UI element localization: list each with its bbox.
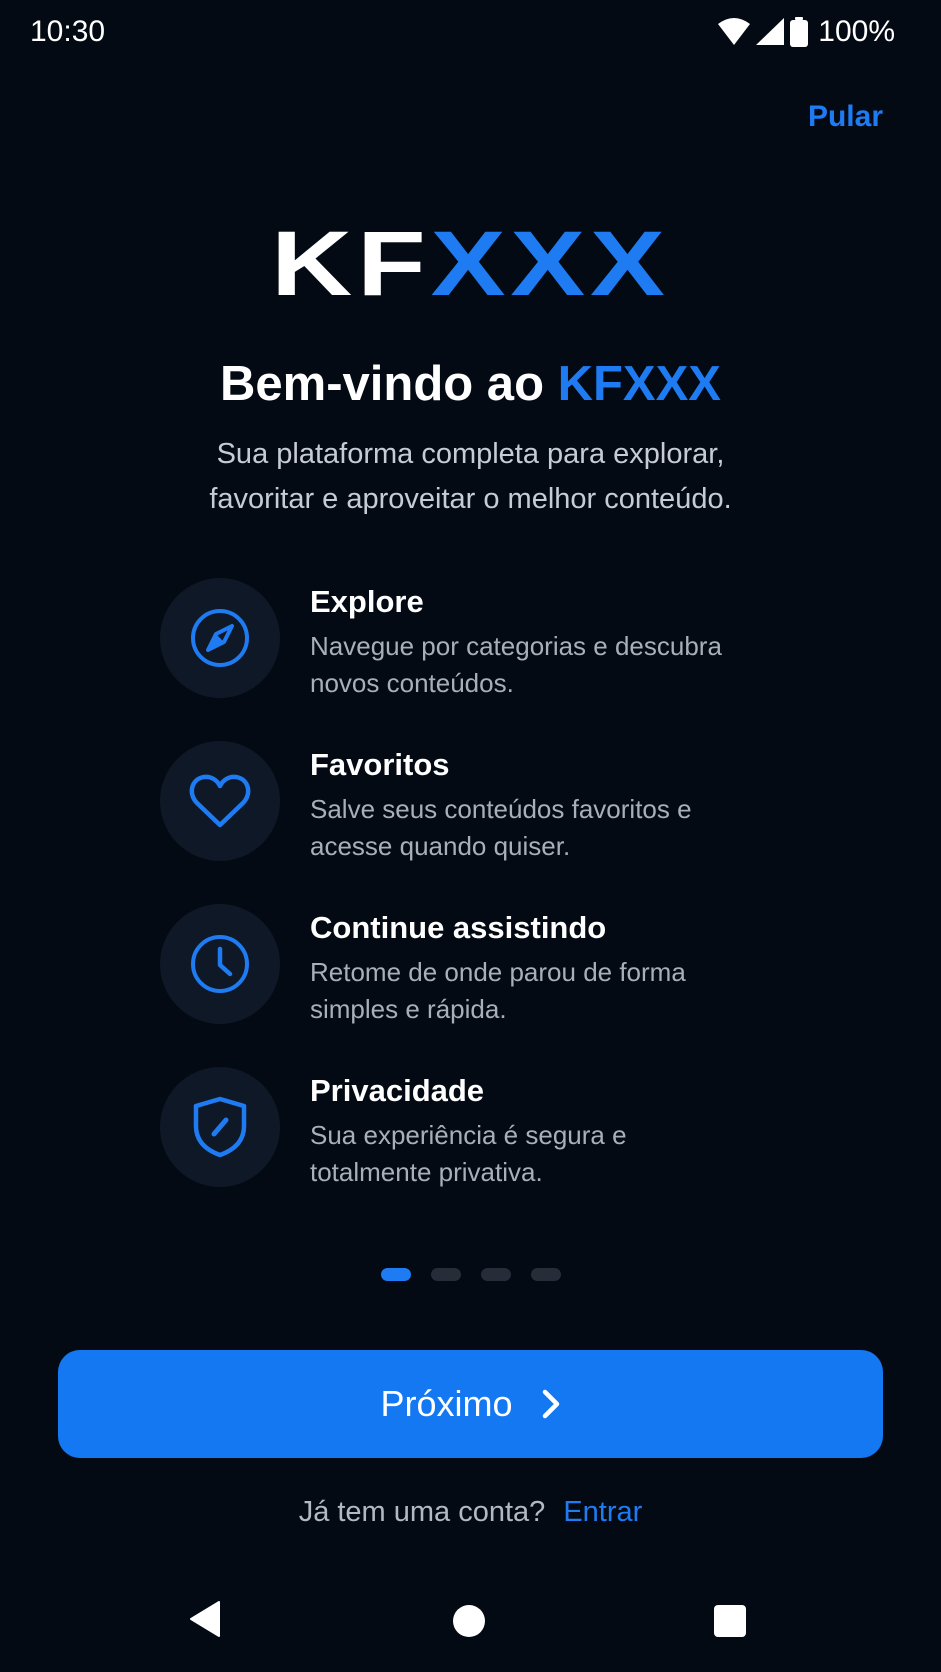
feature-description: Salve seus conteúdos favoritos e acesse … (310, 791, 780, 865)
shield-icon (193, 1096, 247, 1158)
chevron-right-icon (542, 1389, 559, 1419)
feature-desc-line: Navegue por categorias e descubra (310, 631, 722, 661)
logo-part-xxx: XXX (430, 213, 670, 315)
feature-title: Favoritos (310, 747, 450, 782)
status-time: 10:30 (30, 15, 106, 48)
feature-description: Navegue por categorias e descubra novos … (310, 628, 780, 702)
nav-recents-button[interactable] (714, 1605, 746, 1642)
page-dot[interactable] (530, 1268, 561, 1281)
feature-title: Continue assistindo (310, 910, 607, 945)
subtitle-line-1: Sua plataforma completa para explorar, (216, 438, 725, 470)
status-icons: 100% (718, 12, 895, 52)
page-dot-active[interactable] (380, 1268, 411, 1281)
wifi-icon (718, 18, 751, 45)
next-button-label: Próximo (380, 1383, 513, 1424)
feature-favorites: Favoritos Salve seus conteúdos favoritos… (160, 741, 800, 861)
feature-explore: Explore Navegue por categorias e descubr… (160, 578, 800, 698)
feature-desc-line: novos conteúdos. (310, 668, 514, 698)
login-prompt: Já tem uma conta? Entrar (0, 1492, 941, 1532)
login-question: Já tem uma conta? (298, 1496, 546, 1528)
app-logo: KFXXX (0, 218, 941, 310)
feature-desc-line: Salve seus conteúdos favoritos e (310, 794, 692, 824)
feature-icon-container (160, 741, 280, 861)
recents-square-icon (714, 1605, 746, 1637)
next-button[interactable]: Próximo (58, 1350, 883, 1458)
feature-description: Sua experiência é segura e totalmente pr… (310, 1117, 780, 1191)
feature-desc-line: simples e rápida. (310, 994, 507, 1024)
nav-home-button[interactable] (452, 1604, 486, 1643)
home-circle-icon (453, 1605, 485, 1637)
feature-icon-container (160, 904, 280, 1024)
page-dot[interactable] (480, 1268, 511, 1281)
feature-desc-line: Retome de onde parou de forma (310, 957, 686, 987)
login-link[interactable]: Entrar (563, 1496, 642, 1528)
battery-percent: 100% (818, 15, 895, 48)
feature-desc-line: totalmente privativa. (310, 1157, 543, 1187)
feature-description: Retome de onde parou de forma simples e … (310, 954, 780, 1028)
clock-icon (191, 935, 249, 993)
feature-privacy: Privacidade Sua experiência é segura e t… (160, 1067, 800, 1187)
skip-button[interactable]: Pular (808, 100, 883, 134)
welcome-subtitle: Sua plataforma completa para explorar, f… (150, 432, 791, 522)
feature-title: Explore (310, 584, 424, 619)
battery-icon (790, 17, 809, 47)
feature-title: Privacidade (310, 1073, 485, 1108)
page-indicator (0, 1268, 941, 1281)
feature-desc-line: acesse quando quiser. (310, 831, 571, 861)
welcome-title-brand: KFXXX (557, 357, 721, 411)
signal-icon (756, 18, 785, 45)
feature-icon-container (160, 1067, 280, 1187)
logo-part-kf: KF (271, 213, 431, 315)
feature-icon-container (160, 578, 280, 698)
welcome-title-prefix: Bem-vindo ao (220, 357, 558, 411)
nav-back-button[interactable] (188, 1600, 222, 1643)
subtitle-line-2: favoritar e aproveitar o melhor conteúdo… (209, 483, 732, 515)
feature-continue-watching: Continue assistindo Retome de onde parou… (160, 904, 800, 1024)
heart-icon (189, 774, 251, 828)
feature-desc-line: Sua experiência é segura e (310, 1120, 627, 1150)
back-triangle-icon (190, 1601, 220, 1637)
page-dot[interactable] (430, 1268, 461, 1281)
compass-icon (191, 609, 249, 667)
welcome-title: Bem-vindo ao KFXXX (0, 354, 941, 414)
